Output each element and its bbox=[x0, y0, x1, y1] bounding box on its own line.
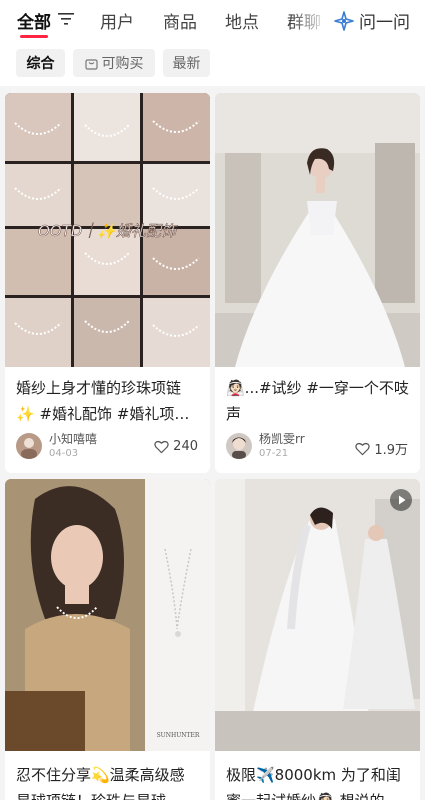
like-count: 240 bbox=[173, 439, 198, 454]
tab-all[interactable]: 全部 bbox=[17, 8, 51, 33]
post-title-line: 👰🏻...#试纱 #一穿一个不吱 bbox=[226, 379, 409, 397]
tab-products[interactable]: 商品 bbox=[163, 8, 197, 33]
post-title: 极限✈️8000km 为了和闺 蜜一起试婚纱👰🏻 想说的… bbox=[226, 762, 416, 800]
post-title-line: ✨ #婚礼配饰 #婚礼项… bbox=[16, 405, 190, 423]
chip-comprehensive[interactable]: 综合 bbox=[16, 49, 65, 77]
like-button[interactable]: 1.9万 bbox=[355, 439, 408, 458]
author-name[interactable]: 小知嘻嘻 bbox=[49, 432, 97, 447]
post-title-line: 婚纱上身才懂的珍珠项链 bbox=[16, 379, 182, 397]
filter-icon[interactable] bbox=[58, 12, 74, 26]
post-title-line: 极限✈️8000km 为了和闺 bbox=[226, 766, 401, 784]
author-info[interactable]: 小知嘻嘻 04-03 bbox=[16, 432, 97, 460]
author-name[interactable]: 杨凯雯rr bbox=[259, 432, 305, 447]
post-cover-image[interactable]: OOTD｜✨婚礼配饰 bbox=[5, 93, 210, 367]
brand-caption: SUNHUNTER bbox=[157, 732, 200, 739]
video-play-button[interactable] bbox=[390, 489, 412, 511]
post-title: 忍不住分享💫温柔高级感 星球项链！珍珠与星球… bbox=[16, 762, 206, 800]
chip-purchasable-label: 可购买 bbox=[101, 56, 144, 72]
active-tab-indicator bbox=[20, 35, 48, 38]
avatar[interactable] bbox=[226, 433, 252, 459]
like-count: 1.9万 bbox=[374, 443, 408, 458]
chip-purchasable[interactable]: 可购买 bbox=[73, 49, 155, 77]
like-button[interactable]: 240 bbox=[154, 439, 198, 454]
post-card[interactable]: OOTD｜✨婚礼配饰 婚纱上身才懂的珍珠项链 ✨ #婚礼配饰 #婚礼项… 小知嘻… bbox=[5, 93, 210, 473]
heart-icon bbox=[154, 440, 169, 453]
post-title: 👰🏻...#试纱 #一穿一个不吱 声 bbox=[226, 375, 416, 427]
post-title-line: 忍不住分享💫温柔高级感 bbox=[16, 766, 185, 784]
cover-caption: OOTD｜✨婚礼配饰 bbox=[38, 222, 178, 240]
post-card[interactable]: 极限✈️8000km 为了和闺 蜜一起试婚纱👰🏻 想说的… bbox=[215, 479, 420, 800]
play-icon bbox=[399, 495, 406, 505]
post-title-line: 蜜一起试婚纱👰🏻 想说的… bbox=[226, 788, 416, 800]
author-info[interactable]: 杨凯雯rr 07-21 bbox=[226, 432, 305, 460]
ask-button-label: 问一问 bbox=[359, 13, 410, 33]
post-card[interactable]: SUNHUNTER 忍不住分享💫温柔高级感 星球项链！珍珠与星球… bbox=[5, 479, 210, 800]
top-tab-bar: 全部 用户 商品 地点 群聊 问一问 bbox=[0, 0, 425, 44]
chip-comprehensive-label: 综合 bbox=[26, 56, 55, 72]
post-cover-image[interactable]: SUNHUNTER bbox=[5, 479, 210, 751]
filter-chip-row: 综合 可购买 最新 bbox=[0, 44, 425, 86]
shopping-bag-icon bbox=[84, 58, 98, 70]
post-cover-image[interactable] bbox=[215, 479, 420, 751]
chip-latest[interactable]: 最新 bbox=[163, 49, 210, 77]
post-date: 04-03 bbox=[49, 448, 79, 459]
post-date: 07-21 bbox=[259, 448, 289, 459]
tab-places[interactable]: 地点 bbox=[225, 8, 259, 33]
post-card[interactable]: 👰🏻...#试纱 #一穿一个不吱 声 杨凯雯rr 07-21 1.9万 bbox=[215, 93, 420, 473]
post-title-line: 声 bbox=[226, 405, 242, 423]
chip-latest-label: 最新 bbox=[172, 56, 201, 72]
post-title: 婚纱上身才懂的珍珠项链 ✨ #婚礼配饰 #婚礼项… bbox=[16, 375, 206, 427]
heart-icon bbox=[355, 442, 370, 455]
tab-fade bbox=[290, 0, 330, 44]
sparkle-icon bbox=[334, 10, 354, 31]
tab-users[interactable]: 用户 bbox=[100, 8, 134, 33]
post-cover-image[interactable] bbox=[215, 93, 420, 367]
avatar[interactable] bbox=[16, 433, 42, 459]
post-title-line: 星球项链！珍珠与星球… bbox=[16, 788, 206, 800]
ask-button[interactable]: 问一问 bbox=[334, 8, 410, 33]
